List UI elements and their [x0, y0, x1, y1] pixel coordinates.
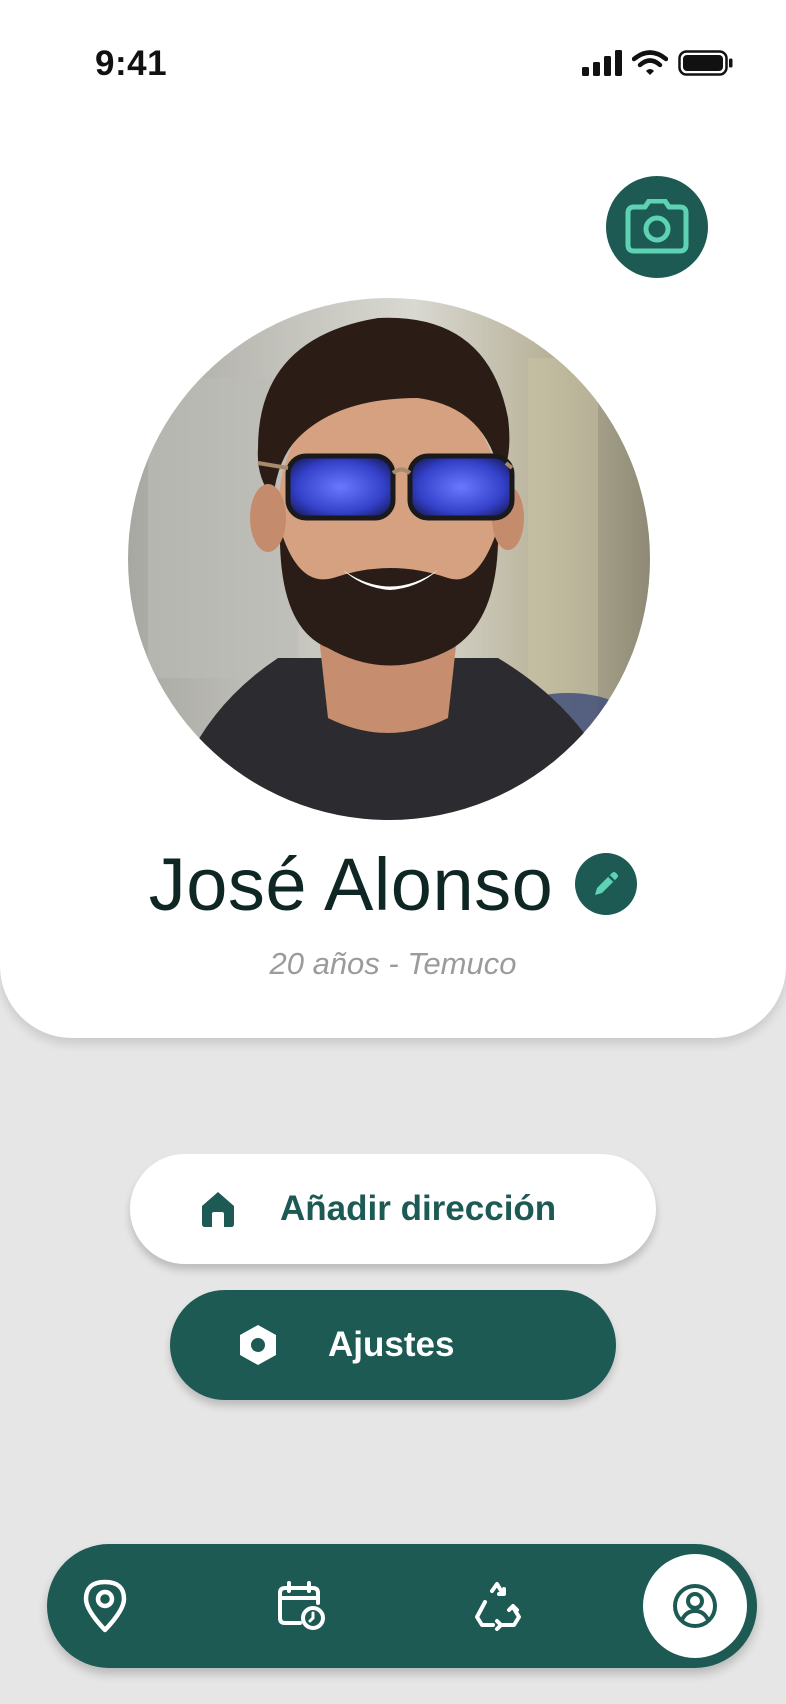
camera-icon: [625, 199, 689, 254]
add-address-button[interactable]: Añadir dirección: [130, 1154, 656, 1264]
avatar-photo: [128, 298, 650, 820]
profile-subtitle: 20 años - Temuco: [269, 946, 517, 981]
edit-profile-button[interactable]: [575, 853, 638, 915]
profile-name: José Alonso: [148, 842, 554, 926]
nav-calendar[interactable]: [261, 1544, 341, 1668]
change-photo-button[interactable]: [606, 176, 708, 278]
pencil-icon: [595, 872, 619, 895]
map-pin-icon: [83, 1579, 127, 1633]
user-circle-icon: [673, 1584, 717, 1628]
name-row: José Alonso: [0, 838, 786, 930]
calendar-clock-icon: [278, 1581, 325, 1630]
recycle-icon: [475, 1582, 521, 1631]
bottom-navigation: [47, 1544, 757, 1668]
hexagon-settings-icon: [238, 1323, 278, 1367]
nav-profile[interactable]: [643, 1554, 747, 1658]
add-address-label: Añadir dirección: [280, 1189, 557, 1228]
settings-button[interactable]: Ajustes: [170, 1290, 616, 1400]
settings-label: Ajustes: [328, 1325, 455, 1364]
status-time: 9:41: [95, 44, 168, 83]
nav-recycle[interactable]: [458, 1544, 538, 1668]
battery-icon: [678, 50, 733, 76]
nav-map[interactable]: [65, 1544, 145, 1668]
wifi-icon: [632, 50, 668, 75]
status-bar: 9:41: [0, 0, 786, 130]
status-icons: [582, 50, 734, 76]
home-icon: [200, 1190, 236, 1228]
signal-icon: [582, 50, 622, 76]
profile-avatar: [128, 298, 650, 820]
